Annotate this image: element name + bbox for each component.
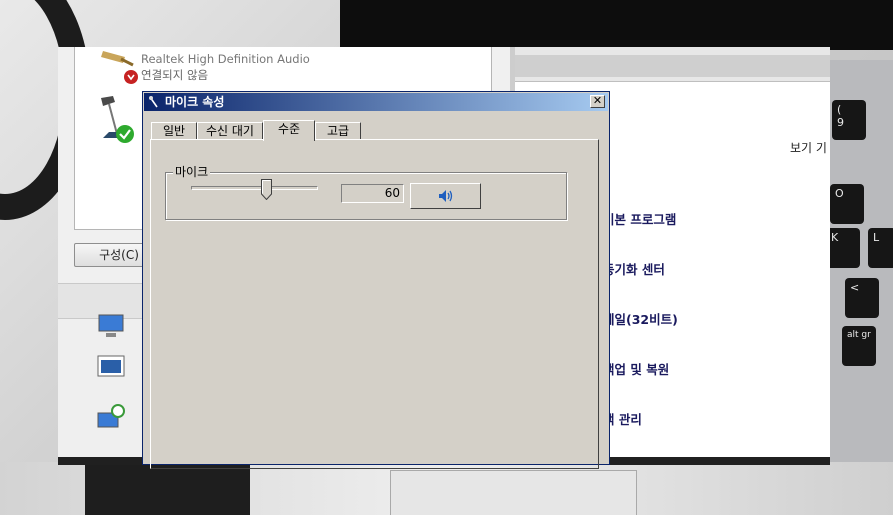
display-icon[interactable] — [96, 313, 126, 341]
laptop-edge — [390, 470, 637, 515]
cp-item-default-programs[interactable]: 기본 프로그램 — [603, 209, 676, 231]
key: L — [868, 228, 893, 268]
tab-advanced[interactable]: 고급 — [315, 122, 361, 140]
level-slider-track[interactable] — [191, 186, 318, 190]
monitor-bezel-top — [340, 0, 893, 50]
cp-address-bar[interactable] — [515, 55, 830, 77]
key: < — [845, 278, 879, 318]
microphone-icon — [149, 96, 158, 108]
cp-item-backup-restore[interactable]: 백업 및 복원 — [603, 359, 669, 381]
microphone-group: 마이크 60 — [165, 165, 567, 220]
device-status: 연결되지 않음 — [141, 68, 209, 82]
key: (9 — [832, 100, 866, 140]
tab-general[interactable]: 일반 — [151, 122, 197, 140]
tab-listen[interactable]: 수신 대기 — [197, 122, 263, 140]
level-value: 60 — [341, 184, 404, 203]
key: alt gr — [842, 326, 876, 366]
key: O — [830, 184, 864, 224]
group-label: 마이크 — [173, 165, 211, 179]
view-by-label[interactable]: 보기 기 — [790, 139, 827, 156]
audio-jack-icon — [101, 51, 138, 84]
close-button[interactable]: ✕ — [590, 95, 605, 108]
cp-item-mail[interactable]: 메일(32비트) — [603, 309, 678, 331]
mute-button[interactable] — [410, 183, 481, 209]
microphone-device-icon — [101, 96, 134, 143]
headphone-band — [85, 462, 250, 515]
device-name: Realtek High Definition Audio — [141, 52, 310, 66]
key: K — [826, 228, 860, 268]
scheduled-task-icon[interactable] — [96, 403, 126, 431]
levels-tab-panel: 마이크 60 — [150, 139, 599, 469]
dialog-title: 마이크 속성 — [165, 95, 225, 109]
tab-levels[interactable]: 수준 — [263, 120, 315, 141]
microphone-properties-dialog: 마이크 속성 ✕ 일반 수신 대기 수준 고급 마이크 60 — [142, 91, 610, 469]
speaker-icon — [439, 190, 453, 202]
close-icon: ✕ — [592, 94, 603, 107]
dialog-titlebar[interactable]: 마이크 속성 ✕ — [144, 93, 608, 111]
remote-desktop-icon[interactable] — [96, 353, 126, 381]
cp-item-sync-center[interactable]: 동기화 센터 — [603, 259, 665, 281]
level-slider-thumb[interactable] — [260, 179, 272, 200]
